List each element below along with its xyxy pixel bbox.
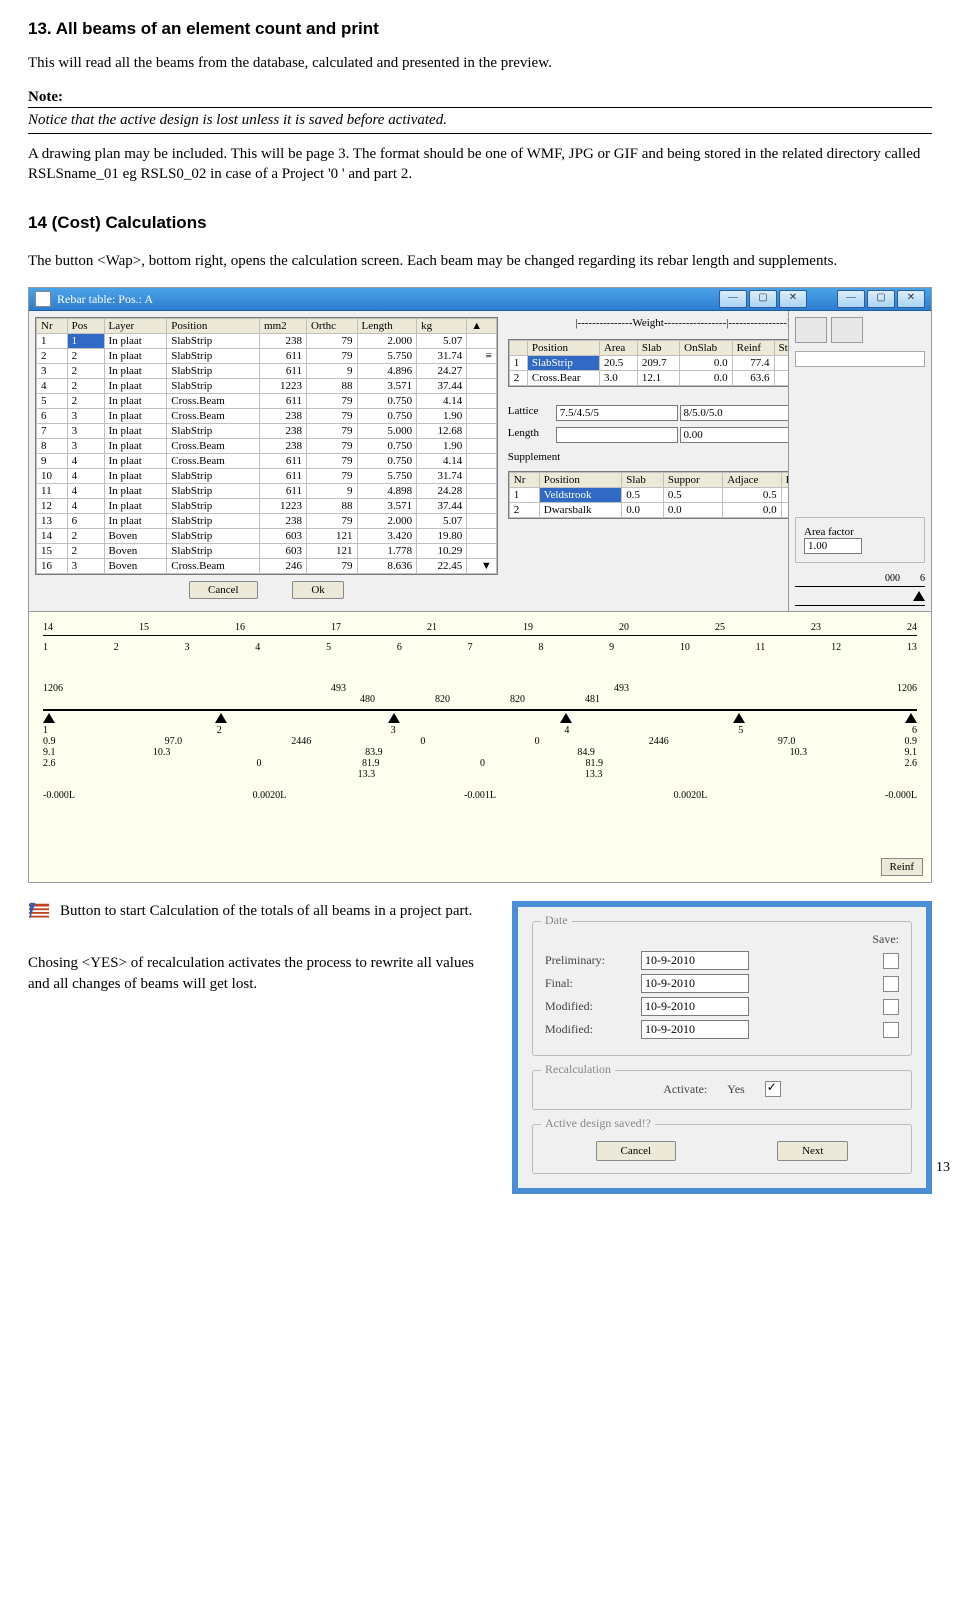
- note-label: Note:: [28, 89, 63, 105]
- area-factor-input[interactable]: [804, 538, 862, 554]
- window-title: Rebar table: Pos.: A: [57, 288, 153, 310]
- length-val-0[interactable]: 0.00: [556, 427, 678, 443]
- section-13-intro: This will read all the beams from the da…: [28, 53, 932, 73]
- side-span: 000: [885, 573, 900, 584]
- section-13-heading: 13. All beams of an element count and pr…: [28, 18, 932, 41]
- activate-label: Activate:: [663, 1082, 707, 1097]
- activate-value: Yes: [727, 1082, 744, 1097]
- yes-text: Chosing <YES> of recalculation activates…: [28, 953, 492, 994]
- ok-button[interactable]: Ok: [292, 581, 343, 599]
- tool-icon-1[interactable]: [795, 317, 827, 343]
- active-saved-title: Active design saved!?: [541, 1116, 655, 1131]
- save-header: Save:: [545, 932, 899, 947]
- support-triangle-icon: [913, 591, 925, 601]
- lattice-val-0[interactable]: 7.5/4.5/5: [556, 405, 678, 421]
- length-label: Length: [508, 427, 554, 443]
- calc-text: Button to start Calculation of the total…: [60, 901, 472, 921]
- date-next-button[interactable]: Next: [777, 1141, 848, 1161]
- calculation-icon[interactable]: [28, 901, 50, 923]
- side-field[interactable]: [795, 351, 925, 367]
- tool-icon-2[interactable]: [831, 317, 863, 343]
- date-group-title: Date: [541, 913, 572, 928]
- section-13-para2: A drawing plan may be included. This wil…: [28, 144, 932, 185]
- dialog-body: NrPosLayerPositionmm2OrthcLengthkg▲11In …: [29, 311, 931, 611]
- length-val-1[interactable]: 0.00: [680, 427, 802, 443]
- minimize-button-2[interactable]: —: [837, 290, 865, 308]
- reinf-button[interactable]: Reinf: [881, 858, 923, 876]
- titlebar[interactable]: Rebar table: Pos.: A — ▢ ✕ — ▢ ✕: [29, 288, 931, 311]
- side-end: 6: [920, 573, 925, 584]
- maximize-button[interactable]: ▢: [749, 290, 777, 308]
- area-factor-label: Area factor: [804, 526, 916, 538]
- section-14-para: The button <Wap>, bottom right, opens th…: [28, 251, 932, 271]
- section-14-heading: 14 (Cost) Calculations: [28, 212, 932, 235]
- app-icon: [35, 291, 51, 307]
- minimize-button[interactable]: —: [719, 290, 747, 308]
- close-button-2[interactable]: ✕: [897, 290, 925, 308]
- rebar-screenshot: Rebar table: Pos.: A — ▢ ✕ — ▢ ✕ NrPosLa…: [28, 287, 932, 883]
- cancel-button[interactable]: Cancel: [189, 581, 258, 599]
- left-grid[interactable]: NrPosLayerPositionmm2OrthcLengthkg▲11In …: [35, 317, 498, 575]
- lattice-label: Lattice: [508, 405, 554, 421]
- lattice-val-1[interactable]: 8/5.0/5.0: [680, 405, 802, 421]
- note-body: Notice that the active design is lost un…: [28, 108, 932, 133]
- maximize-button-2[interactable]: ▢: [867, 290, 895, 308]
- recalc-group-title: Recalculation: [541, 1062, 615, 1077]
- activate-checkbox[interactable]: ✓: [765, 1081, 781, 1097]
- close-button[interactable]: ✕: [779, 290, 807, 308]
- date-dialog: Date Save: Preliminary:Final:Modified:Mo…: [512, 901, 932, 1194]
- page-number: 13: [936, 1160, 950, 1176]
- beam-diagram: 14151617211920252324 12345678910111213 1…: [29, 611, 931, 882]
- date-cancel-button[interactable]: Cancel: [596, 1141, 677, 1161]
